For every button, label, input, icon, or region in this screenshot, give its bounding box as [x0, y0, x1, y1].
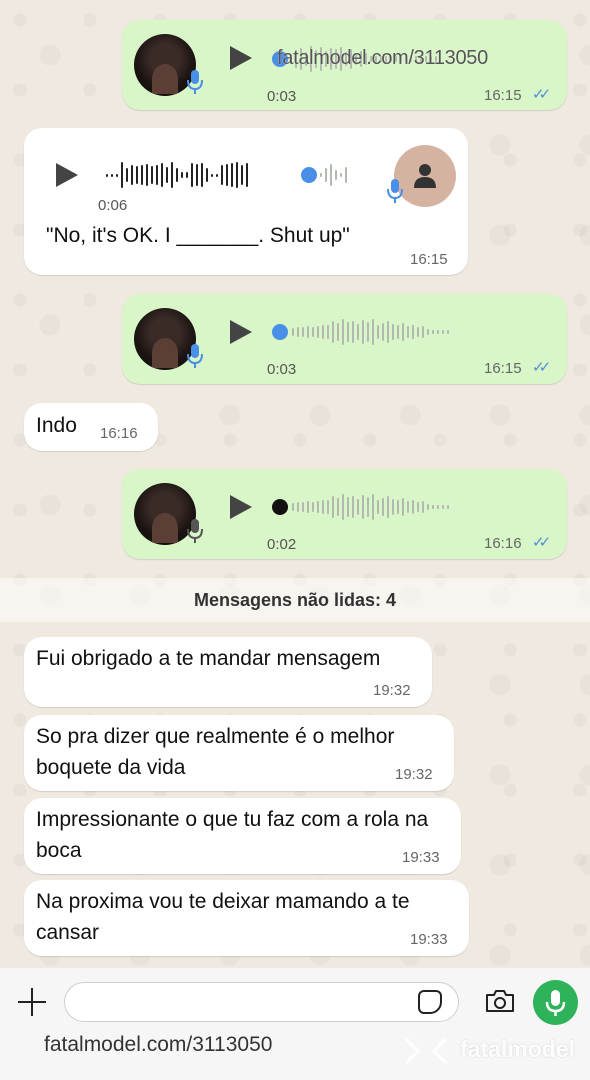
- message-time: 16:15: [484, 360, 522, 377]
- voice-duration: 0:03: [267, 88, 297, 105]
- voice-duration: 0:02: [267, 536, 297, 553]
- voice-waveform-remaining[interactable]: [320, 160, 347, 190]
- message-text: So pra dizer que realmente é o melhor bo…: [36, 725, 395, 779]
- microphone-icon: [187, 344, 203, 368]
- text-message-incoming[interactable]: Na proxima vou te deixar mamando a te ca…: [24, 880, 469, 956]
- voice-duration: 0:03: [267, 361, 297, 378]
- microphone-icon: [187, 519, 203, 543]
- message-text: Impressionante o que tu faz com a rola n…: [36, 808, 429, 862]
- voice-waveform[interactable]: [292, 317, 449, 347]
- message-text: Na proxima vou te deixar mamando a te ca…: [36, 890, 410, 944]
- watermark-url-top: fatalmodel.com/3113050: [277, 47, 488, 69]
- playback-position[interactable]: [272, 499, 288, 515]
- voice-duration: 0:06: [98, 197, 128, 214]
- microphone-button[interactable]: [533, 980, 578, 1025]
- play-icon[interactable]: [230, 320, 252, 344]
- brand-logo-icon: [404, 1037, 448, 1065]
- voice-message-outgoing[interactable]: 0:03 16:15 ✓✓: [122, 294, 567, 384]
- message-text: Fui obrigado a te mandar mensagem: [36, 647, 381, 670]
- message-time: 19:33: [402, 849, 440, 866]
- voice-waveform[interactable]: [106, 160, 248, 190]
- brand-logo: fatalmodel: [460, 1036, 576, 1062]
- playback-position[interactable]: [272, 324, 288, 340]
- microphone-icon: [187, 70, 203, 94]
- message-time: 19:32: [395, 766, 433, 783]
- play-icon[interactable]: [56, 163, 78, 187]
- read-receipt-icon: ✓✓: [532, 534, 551, 551]
- camera-icon[interactable]: [484, 989, 516, 1013]
- message-time: 16:16: [100, 425, 138, 442]
- message-text: Indo: [36, 414, 77, 437]
- playback-position[interactable]: [301, 167, 317, 183]
- message-time: 16:16: [484, 535, 522, 552]
- voice-message-incoming[interactable]: 0:06 "No, it's OK. I _______. Shut up" 1…: [24, 128, 468, 275]
- unread-messages-banner: Mensagens não lidas: 4: [0, 578, 590, 622]
- play-icon[interactable]: [230, 495, 252, 519]
- text-message-incoming[interactable]: So pra dizer que realmente é o melhor bo…: [24, 715, 454, 791]
- microphone-icon: [545, 990, 566, 1016]
- message-input[interactable]: [64, 982, 459, 1022]
- voice-message-outgoing[interactable]: 0:02 16:16 ✓✓: [122, 469, 567, 559]
- read-receipt-icon: ✓✓: [532, 86, 551, 103]
- text-message-incoming[interactable]: Impressionante o que tu faz com a rola n…: [24, 798, 461, 874]
- message-time: 16:15: [410, 251, 448, 268]
- microphone-icon: [387, 179, 403, 203]
- message-time: 16:15: [484, 87, 522, 104]
- sticker-icon[interactable]: [418, 990, 442, 1014]
- message-time: 19:33: [410, 931, 448, 948]
- voice-caption: "No, it's OK. I _______. Shut up": [46, 224, 350, 247]
- text-message-incoming[interactable]: Indo 16:16: [24, 403, 158, 451]
- message-time: 19:32: [373, 682, 411, 699]
- play-icon[interactable]: [230, 46, 252, 70]
- read-receipt-icon: ✓✓: [532, 359, 551, 376]
- voice-waveform[interactable]: [292, 492, 449, 522]
- plus-icon[interactable]: [18, 988, 46, 1016]
- watermark-url: fatalmodel.com/3113050: [44, 1033, 273, 1056]
- text-message-incoming[interactable]: Fui obrigado a te mandar mensagem 19:32: [24, 637, 432, 707]
